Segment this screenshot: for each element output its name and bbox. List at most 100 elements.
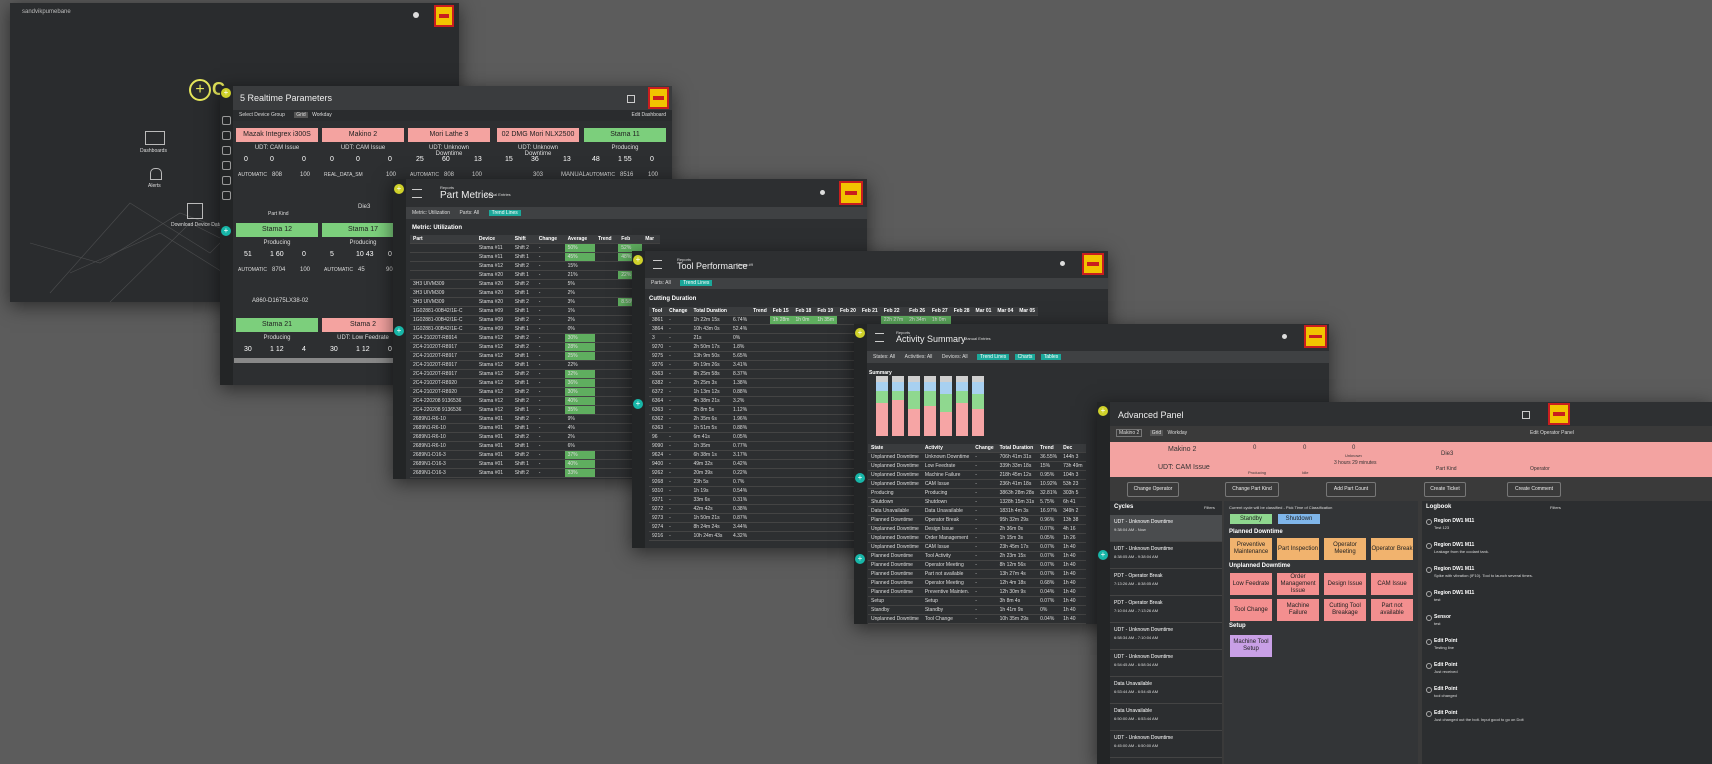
create-comment-button[interactable]: Create Comment [1507, 482, 1561, 497]
table-row[interactable]: Shutdown Shutdown -1328h 15m 31s 5.75% 6h 41 [868, 497, 1086, 507]
standby-button[interactable]: Standby [1230, 514, 1272, 524]
table-row[interactable]: Unplanned Downtime CAM Issue -236h 41m 18s… [868, 479, 1086, 489]
column-header[interactable]: Feb 19 [814, 307, 838, 316]
table-row[interactable]: Standby Standby -1h 41m 9s 0% 1h 40 [868, 605, 1086, 615]
table-row[interactable]: Planned DowntimePart Inspection-2h 28m 4… [868, 623, 1086, 624]
table-row[interactable]: 2C4-21020T-R8917 Stama #12 Shift 1-25% [410, 351, 660, 361]
table-row[interactable]: Unplanned Downtime Design Issue -2h 36m 0s… [868, 524, 1086, 534]
table-row[interactable]: Unplanned Downtime Order Management -1h 15… [868, 533, 1086, 543]
table-row[interactable]: 2689N1-R6-10 Stama #01 Shift 1-4% [410, 423, 660, 433]
unplanned-downtime-button[interactable]: Order Management Issue [1277, 573, 1319, 595]
settings-icon[interactable] [1060, 261, 1065, 266]
table-row[interactable]: Producing Producing -3863h 28m 28s 32.81% 30… [868, 488, 1086, 498]
machine-tile-name[interactable]: Makino 2 [322, 128, 404, 142]
machine-tile-name[interactable]: Stama 2 [322, 318, 404, 332]
workday-toggle[interactable]: Workday [1168, 430, 1188, 436]
column-header[interactable]: State [868, 444, 922, 453]
table-row[interactable]: 2689N1-R6-10 Stama #01 Shift 2-2% [410, 432, 660, 442]
download-label[interactable]: Download Device Data [171, 222, 222, 228]
logbook-entry[interactable]: Region DW1 M11 Leakage from the coolant t… [1426, 540, 1708, 564]
column-header[interactable]: Feb 26 [906, 307, 929, 316]
table-row[interactable]: 1G02881-00B42/1E-C Stama #09 Shift 1-1% [410, 306, 660, 316]
menu-icon[interactable] [875, 333, 884, 342]
add-widget-icon[interactable]: + [633, 399, 643, 409]
metric-filter[interactable]: Metric: Utilization [412, 210, 450, 216]
unplanned-downtime-button[interactable]: CAM Issue [1371, 573, 1413, 595]
column-header[interactable]: Average [564, 235, 595, 244]
table-row[interactable]: 2689N1-D16-3 Stama #01 Shift 1-40% [410, 459, 660, 469]
devices-filter[interactable]: Devices: All [942, 354, 968, 360]
add-icon[interactable]: + [633, 255, 643, 265]
device-group-select[interactable]: Select Device Group [239, 112, 285, 118]
table-row[interactable]: Stama #12 Shift 2-15% [410, 261, 660, 271]
change-operator-button[interactable]: Change Operator [1127, 482, 1179, 497]
nav-icon[interactable] [222, 191, 231, 200]
cycle-item[interactable]: UDT - Unknown Downtime 6:54:45 AM - 6:58:… [1110, 650, 1222, 677]
column-header[interactable]: Dec [1060, 444, 1086, 453]
machine-tile-name[interactable]: 02 DMG Mori NLX2500 [497, 128, 579, 142]
charts-button[interactable]: Charts [1014, 354, 1036, 360]
cycle-item[interactable]: UDT - Unknown Downtime 9:38:04 AM - Now [1110, 515, 1222, 542]
table-row[interactable]: 2689N1-D16-3 Stama #01 Shift 2-33% [410, 468, 660, 478]
logbook-entry[interactable]: Region DW1 M11 Spike with vibration (IF10… [1426, 564, 1708, 588]
shutdown-button[interactable]: Shutdown [1278, 514, 1320, 524]
unplanned-downtime-button[interactable]: Design Issue [1324, 573, 1366, 595]
column-header[interactable]: Feb 20 [837, 307, 859, 316]
grid-toggle[interactable]: Grid [294, 112, 308, 118]
settings-icon[interactable] [820, 190, 825, 195]
column-header[interactable]: Part [410, 235, 476, 244]
cycle-item[interactable]: Data Unavailable 6:50:00 AM - 6:53:44 AM [1110, 704, 1222, 731]
column-header[interactable]: Trend [594, 235, 619, 244]
column-header[interactable]: Feb 15 [769, 307, 793, 316]
parts-filter[interactable]: Parts: All [459, 210, 479, 216]
add-widget-icon[interactable]: + [394, 326, 404, 336]
nav-icon[interactable] [222, 146, 231, 155]
logbook-entry[interactable]: Edit Point Just received [1426, 660, 1708, 684]
cycle-item[interactable]: UDT - Unknown Downtime 6:45:00 AM - 6:50:… [1110, 731, 1222, 758]
machine-tile-name[interactable]: Mazak Integrex i300S [236, 128, 318, 142]
add-icon[interactable]: + [1098, 406, 1108, 416]
column-header[interactable]: Feb 18 [792, 307, 815, 316]
column-header[interactable]: Feb 27 [928, 307, 951, 316]
machine-tile-name[interactable]: Stama 11 [584, 128, 666, 142]
column-header[interactable]: Tool [649, 307, 667, 316]
alerts-label[interactable]: Alerts [148, 183, 161, 189]
activities-filter[interactable]: Activities: All [905, 354, 933, 360]
table-row[interactable]: 3H3 UIVM309 Stama #20 Shift 2-5% [410, 279, 660, 289]
table-row[interactable]: 1G02881-00B42/1E-C Stama #09 Shift 1-0% [410, 324, 660, 334]
table-row[interactable]: 1G02881-00B42/1E-C Stama #09 Shift 2-2% [410, 315, 660, 325]
table-row[interactable]: Unplanned Downtime Machine Failure -218h 4… [868, 470, 1086, 480]
download-icon[interactable] [187, 203, 203, 219]
alerts-icon[interactable] [150, 168, 162, 180]
column-header[interactable]: Shift [511, 235, 536, 244]
table-row[interactable]: 2C4-21020T-R8917 Stama #12 Shift 2-28% [410, 342, 660, 352]
states-filter[interactable]: States: All [873, 354, 895, 360]
tables-button[interactable]: Tables [1040, 354, 1062, 360]
change-part-kind-button[interactable]: Change Part Kind [1225, 482, 1279, 497]
grid-toggle[interactable]: Grid [1149, 430, 1164, 436]
table-row[interactable]: Unplanned Downtime CAM Issue -23h 45m 17s 0… [868, 542, 1086, 552]
column-header[interactable]: Mar 05 [1016, 307, 1039, 316]
table-row[interactable]: Setup Setup -3h 8m 4s 0.07% 1h 40 [868, 596, 1086, 606]
table-row[interactable]: Data Unavailable Data Unavailable -1831h 4… [868, 506, 1086, 516]
table-row[interactable]: Planned Downtime Operator Meeting -8h 12m … [868, 560, 1086, 570]
cycle-item[interactable]: UDT - Unknown Downtime 8:38:05 AM - 9:38:… [1110, 542, 1222, 569]
planned-downtime-button[interactable]: Operator Meeting [1324, 538, 1366, 560]
add-widget-icon[interactable]: + [855, 554, 865, 564]
add-widget-icon[interactable]: + [855, 473, 865, 483]
add-widget-icon[interactable]: + [221, 226, 231, 236]
nav-icon[interactable] [222, 161, 231, 170]
column-header[interactable]: Trend [750, 307, 770, 316]
machine-tile-name[interactable]: Mori Lathe 3 [408, 128, 490, 142]
table-row[interactable]: 2C4-220208 9136536 Stama #12 Shift 2-40% [410, 396, 660, 406]
logbook-entry[interactable]: Edit Point tool changed [1426, 684, 1708, 708]
table-row[interactable]: 2689N1-R6-10 Stama #01 Shift 2-9% [410, 414, 660, 424]
table-row[interactable]: 2C4-21020T-R8917 Stama #12 Shift 1-22% [410, 360, 660, 370]
table-row[interactable]: Planned Downtime Part not available -13h 2… [868, 569, 1086, 579]
edit-dashboard-button[interactable]: Edit Dashboard [632, 110, 666, 121]
table-row[interactable]: Unplanned Downtime Tool Change -10h 35m 29… [868, 614, 1086, 624]
table-row[interactable]: 2C4-21020T-R8914 Stama #12 Shift 2-30% [410, 333, 660, 343]
dashboards-icon[interactable] [145, 131, 165, 145]
planned-downtime-button[interactable]: Part Inspection [1277, 538, 1319, 560]
unplanned-downtime-button[interactable]: Cutting Tool Breakage [1324, 599, 1366, 621]
